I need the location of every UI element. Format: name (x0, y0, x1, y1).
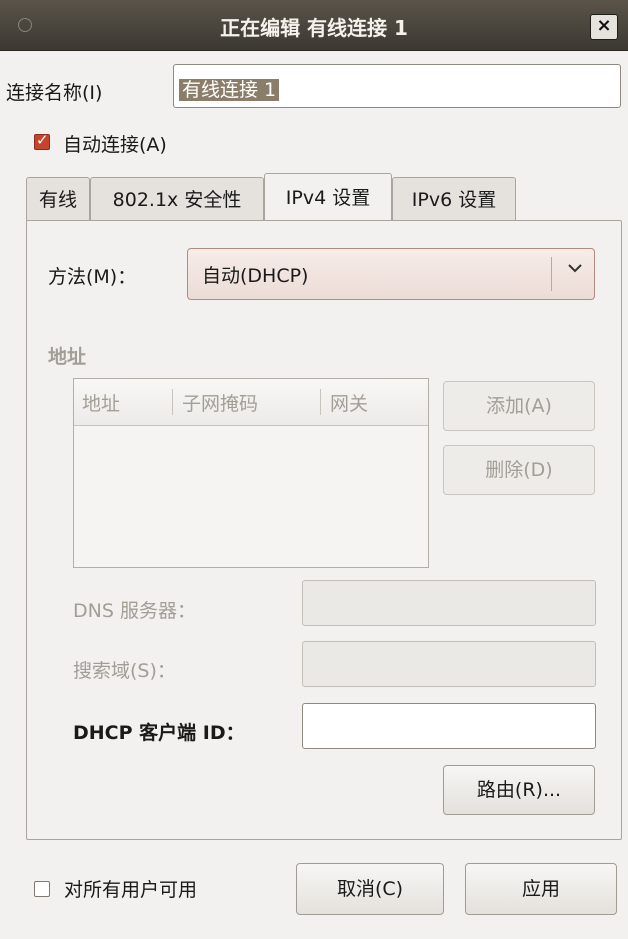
method-select[interactable]: 自动(DHCP) (187, 248, 595, 300)
column-divider (320, 389, 321, 415)
connection-name-input[interactable]: 有线连接 1 (173, 64, 621, 108)
dhcp-client-id-input[interactable] (302, 703, 596, 749)
close-button[interactable]: × (590, 14, 618, 40)
apply-button[interactable]: 应用 (465, 863, 617, 915)
all-users-checkbox[interactable] (34, 881, 50, 897)
tab-ipv4-settings[interactable]: IPv4 设置 (264, 173, 392, 221)
tab-8021x-security[interactable]: 802.1x 安全性 (90, 177, 264, 221)
tab-ipv6-settings[interactable]: IPv6 设置 (392, 177, 516, 221)
address-table: 地址 子网掩码 网关 (73, 378, 429, 568)
dns-servers-label: DNS 服务器： (73, 600, 196, 622)
dns-servers-input[interactable] (302, 580, 596, 626)
delete-address-button[interactable]: 删除(D) (443, 445, 595, 495)
auto-connect-checkbox[interactable] (34, 131, 50, 150)
column-gateway[interactable]: 网关 (330, 389, 368, 416)
tab-ipv4-label: IPv4 设置 (285, 187, 371, 209)
tab-wired[interactable]: 有线 (26, 177, 90, 221)
connection-name-value: 有线连接 1 (179, 79, 280, 101)
connection-name-label: 连接名称(I) (6, 82, 103, 104)
tab-wired-label: 有线 (38, 189, 77, 211)
window-title: 正在编辑 有线连接 1 (220, 16, 408, 40)
column-address[interactable]: 地址 (82, 389, 120, 416)
search-domain-input[interactable] (302, 641, 596, 687)
all-users-label[interactable]: 对所有用户可用 (64, 875, 197, 902)
dhcp-client-id-label: DHCP 客户端 ID： (73, 722, 245, 744)
method-label: 方法(M)： (48, 266, 137, 288)
chevron-down-icon (566, 259, 584, 282)
tab-ipv6-label: IPv6 设置 (411, 189, 497, 211)
column-divider (172, 389, 173, 415)
address-table-header: 地址 子网掩码 网关 (74, 379, 428, 426)
add-address-button[interactable]: 添加(A) (443, 381, 595, 431)
address-heading: 地址 (48, 346, 87, 368)
auto-connect-label[interactable]: 自动连接(A) (63, 130, 167, 157)
routes-button[interactable]: 路由(R)... (443, 765, 595, 815)
tab-8021x-label: 802.1x 安全性 (112, 189, 242, 211)
cancel-button[interactable]: 取消(C) (296, 863, 444, 915)
search-domain-label: 搜索域(S)： (73, 660, 176, 682)
title-bar: 正在编辑 有线连接 1 × (0, 0, 628, 51)
method-value: 自动(DHCP) (202, 265, 309, 287)
column-subnet-mask[interactable]: 子网掩码 (182, 389, 258, 416)
combo-separator (551, 257, 552, 291)
